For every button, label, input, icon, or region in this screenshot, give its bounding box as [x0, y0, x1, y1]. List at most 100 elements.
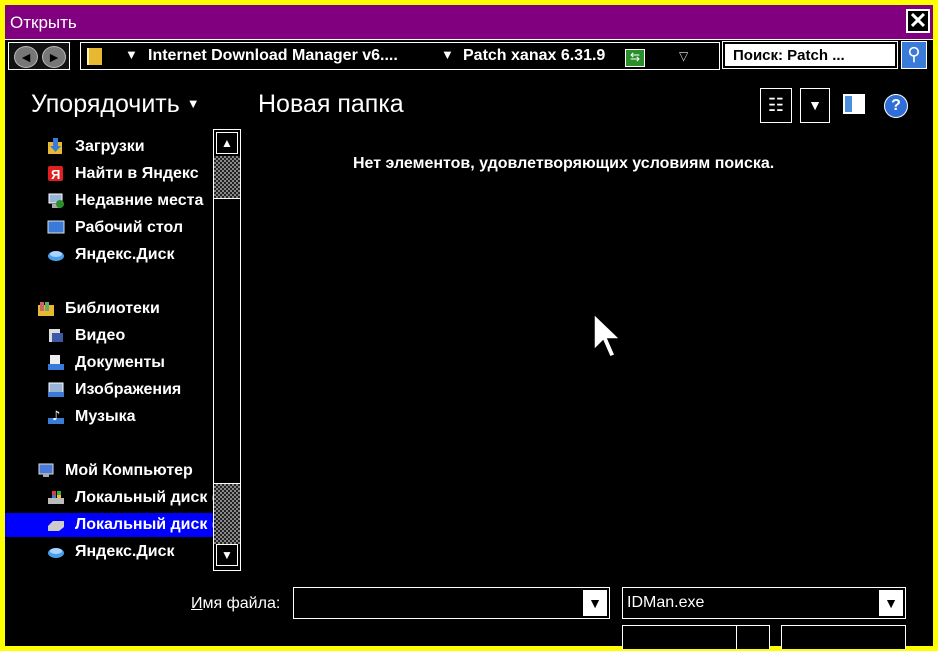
filename-label-accel: И — [191, 595, 203, 612]
pictures-library-icon — [47, 381, 65, 398]
preview-pane-button[interactable] — [843, 94, 865, 114]
close-button[interactable]: ✕ — [906, 9, 930, 33]
scroll-up-button[interactable]: ▲ — [216, 132, 238, 154]
nav-item-libraries[interactable]: Библиотеки — [5, 297, 217, 321]
nav-item-label: Загрузки — [75, 138, 145, 155]
nav-item-label: Музыка — [75, 408, 136, 425]
nav-buttons: ◄ ► — [8, 42, 70, 70]
music-library-icon: ♪ — [47, 408, 65, 425]
search-icon: ⚲ — [907, 44, 921, 64]
breadcrumb-item[interactable]: Internet Download Manager v6.... — [148, 47, 398, 65]
refresh-icon: ⇆ — [629, 50, 641, 64]
nav-item-music[interactable]: ♪ Музыка — [5, 405, 217, 429]
nav-item-label: Локальный диск (C:) — [75, 489, 217, 506]
nav-item-video[interactable]: Видео — [5, 324, 217, 348]
dialog-body: Открыть ✕ ◄ ► ▼ Internet Download Manage… — [5, 5, 933, 649]
chevron-down-icon: ▼ — [884, 595, 898, 611]
yandex-icon: Я — [47, 165, 65, 182]
empty-results-message: Нет элементов, удовлетворяющих условиям … — [353, 155, 775, 172]
breadcrumb-dropdown-button[interactable]: ▼ — [441, 47, 454, 62]
organize-dropdown-icon: ▼ — [186, 96, 200, 111]
nav-item-label: Документы — [75, 354, 165, 371]
scroll-track-bottom[interactable] — [214, 484, 240, 544]
folder-icon — [87, 48, 102, 65]
nav-item-local-disk-c[interactable]: Локальный диск (C:) — [5, 486, 217, 510]
help-icon: ? — [891, 97, 901, 114]
nav-item-recent-places[interactable]: Недавние места — [5, 189, 217, 213]
scroll-down-icon: ▼ — [221, 548, 233, 562]
window-title: Открыть — [10, 13, 77, 32]
navigation-pane: Загрузки Я Найти в Яндекс Недавние места… — [5, 129, 217, 569]
nav-item-label: Библиотеки — [65, 300, 160, 317]
nav-item-label: Изображения — [75, 381, 182, 398]
windows-drive-icon — [47, 489, 65, 506]
scroll-thumb[interactable] — [214, 198, 240, 484]
back-arrow-icon: ◄ — [19, 49, 33, 65]
toolbar: Упорядочить ▼ Новая папка ☷ ▼ ? — [5, 85, 933, 125]
nav-item-label: Найти в Яндекс — [75, 165, 199, 182]
nav-item-label: Мой Компьютер — [65, 462, 193, 479]
open-options-dropdown[interactable] — [736, 625, 770, 649]
organize-button[interactable]: Упорядочить ▼ — [31, 90, 200, 119]
refresh-button[interactable]: ⇆ — [625, 49, 645, 67]
filename-combobox[interactable]: ▼ — [293, 587, 610, 619]
breadcrumb-dropdown-button[interactable]: ▼ — [125, 47, 138, 62]
drive-icon — [47, 516, 65, 533]
nav-item-label: Яндекс.Диск — [75, 246, 175, 263]
nav-item-label: Рабочий стол — [75, 219, 184, 236]
help-button[interactable]: ? — [884, 94, 908, 118]
search-placeholder: Поиск: Patch ... — [733, 47, 845, 64]
title-bar[interactable]: Открыть ✕ — [5, 5, 933, 40]
open-button[interactable] — [622, 625, 738, 649]
nav-item-yandex-disk[interactable]: Яндекс.Диск — [5, 243, 217, 267]
scroll-track-top[interactable] — [214, 156, 240, 198]
filetype-combobox[interactable]: IDMan.exe ▼ — [622, 587, 906, 619]
open-file-dialog: Открыть ✕ ◄ ► ▼ Internet Download Manage… — [0, 0, 938, 651]
back-button[interactable]: ◄ — [14, 46, 38, 68]
nav-item-label: Видео — [75, 327, 126, 344]
search-button[interactable]: ⚲ — [901, 41, 927, 69]
forward-button[interactable]: ► — [42, 46, 66, 68]
breadcrumb-item[interactable]: Patch xanax 6.31.9 — [463, 47, 605, 65]
forward-arrow-icon: ► — [47, 49, 61, 65]
filetype-dropdown-button[interactable]: ▼ — [879, 590, 903, 616]
scroll-up-icon: ▲ — [221, 136, 233, 150]
nav-item-pictures[interactable]: Изображения — [5, 378, 217, 402]
address-bar[interactable]: ▼ Internet Download Manager v6.... ▼ Pat… — [80, 42, 720, 70]
nav-item-desktop[interactable]: Рабочий стол — [5, 216, 217, 240]
filetype-value: IDMan.exe — [627, 594, 705, 611]
nav-item-label: Локальный диск (D:) — [75, 516, 217, 533]
recent-places-icon — [47, 192, 65, 209]
nav-item-label: Яндекс.Диск — [75, 543, 175, 560]
nav-item-documents[interactable]: Документы — [5, 351, 217, 375]
nav-item-yandex-disk-2[interactable]: Яндекс.Диск — [5, 540, 217, 564]
view-options-dropdown[interactable]: ▼ — [800, 88, 830, 123]
libraries-icon — [37, 300, 55, 317]
nav-item-local-disk-d[interactable]: Локальный диск (D:) — [5, 513, 217, 537]
nav-scrollbar[interactable]: ▲ ▼ — [213, 129, 241, 571]
nav-item-yandex-search[interactable]: Я Найти в Яндекс — [5, 162, 217, 186]
filename-label: Имя файла: — [191, 595, 280, 613]
address-history-button[interactable]: ▽ — [679, 49, 688, 63]
organize-label: Упорядочить — [31, 90, 180, 118]
nav-item-downloads[interactable]: Загрузки — [5, 135, 217, 159]
filename-dropdown-button[interactable]: ▼ — [583, 590, 607, 616]
new-folder-button[interactable]: Новая папка — [258, 90, 404, 119]
close-icon: ✕ — [908, 8, 928, 33]
nav-item-my-computer[interactable]: Мой Компьютер — [5, 459, 217, 483]
computer-icon — [37, 462, 55, 479]
mouse-cursor-icon — [592, 312, 622, 365]
yandex-disk-icon — [47, 543, 65, 560]
cancel-button[interactable] — [781, 625, 906, 649]
nav-item-label: Недавние места — [75, 192, 204, 209]
downloads-icon — [47, 138, 65, 155]
search-input[interactable]: Поиск: Patch ... — [722, 41, 898, 69]
video-library-icon — [47, 327, 65, 344]
scroll-down-button[interactable]: ▼ — [216, 544, 238, 566]
svg-text:Я: Я — [51, 167, 60, 182]
chevron-down-icon: ▼ — [588, 595, 602, 611]
view-list-icon: ☷ — [767, 95, 785, 115]
change-view-button[interactable]: ☷ — [760, 88, 792, 123]
yandex-disk-icon — [47, 246, 65, 263]
documents-library-icon — [47, 354, 65, 371]
